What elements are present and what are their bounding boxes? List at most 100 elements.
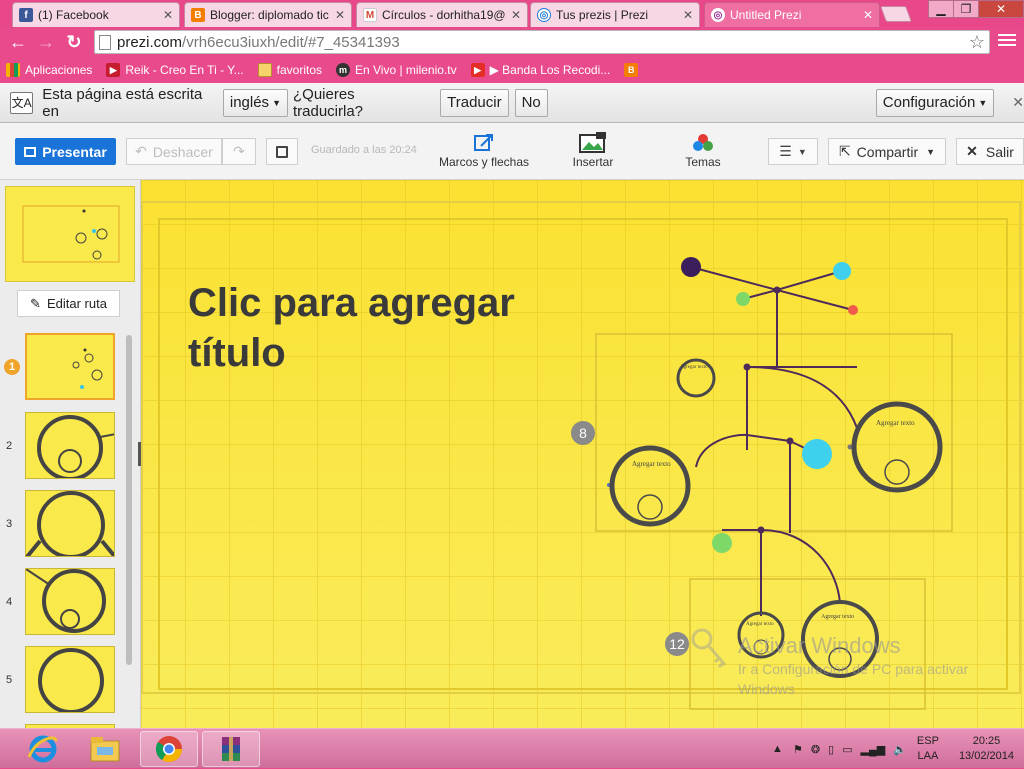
bookmark-milenio[interactable]: m En Vivo | milenio.tv xyxy=(336,63,457,77)
tab-tus-prezis[interactable]: ◎ Tus prezis | Prezi ✕ xyxy=(530,2,700,27)
frames-label: Marcos y flechas xyxy=(438,155,530,169)
clock[interactable]: 20:25 13/02/2014 xyxy=(959,734,1014,764)
reload-icon[interactable]: ↻ xyxy=(64,32,84,52)
slide-thumbnail xyxy=(25,333,115,400)
bookmark-blogger[interactable]: B xyxy=(624,63,643,77)
chevron-down-icon: ▼ xyxy=(926,146,936,157)
close-icon[interactable]: ✕ xyxy=(683,8,693,22)
winrar-icon[interactable] xyxy=(202,731,260,767)
present-label: Presentar xyxy=(42,143,107,160)
tab-untitled-prezi[interactable]: ◎ Untitled Prezi ✕ xyxy=(704,2,880,27)
edit-path-label: Editar ruta xyxy=(46,296,107,311)
tab-strip: f (1) Facebook ✕ B Blogger: diplomado ti… xyxy=(0,0,1024,27)
frame-number-badge[interactable]: 8 xyxy=(571,421,595,445)
volume-icon[interactable]: 🔈 xyxy=(893,743,907,756)
close-icon[interactable]: ✕ xyxy=(863,8,873,22)
file-explorer-icon[interactable] xyxy=(76,731,134,767)
edit-path-button[interactable]: ✎ Editar ruta xyxy=(17,290,120,317)
exit-button[interactable]: ✕ Salir xyxy=(956,138,1024,165)
save-button[interactable] xyxy=(266,138,298,165)
redo-button[interactable]: ↷ xyxy=(222,138,256,165)
themes-icon xyxy=(653,131,753,155)
pencil-icon: ✎ xyxy=(30,295,41,311)
insert-tool[interactable]: Insertar xyxy=(543,131,643,169)
apps-grid-icon xyxy=(6,63,20,77)
chrome-menu-icon[interactable] xyxy=(998,34,1016,48)
bookmark-reik[interactable]: ▶ Reik - Creo En Ti - Y... xyxy=(106,63,244,77)
prezi-canvas[interactable]: Clic para agregar título Agregar texto A… xyxy=(141,180,1024,728)
share-button[interactable]: ⇱ Compartir ▼ xyxy=(828,138,946,165)
config-button[interactable]: Configuración ▼ xyxy=(875,88,995,117)
overview-thumbnail[interactable] xyxy=(5,186,135,282)
language-indicator[interactable]: ESP LAA xyxy=(917,734,939,764)
back-icon[interactable]: ← xyxy=(8,32,28,52)
undo-button[interactable]: ↶ Deshacer xyxy=(126,138,222,165)
close-icon[interactable]: ✕ xyxy=(335,8,345,22)
no-translate-button[interactable]: No xyxy=(514,88,548,117)
language-select[interactable]: inglés ▼ xyxy=(222,88,288,117)
system-tray: ▲ ⚑ ❂ ▯ ▭ ▂▄▆ 🔈 ESP LAA 20:25 13/02/2014 xyxy=(772,729,1014,769)
slide-item-2[interactable]: 2 xyxy=(0,412,140,484)
minimize-button[interactable]: ▁ xyxy=(928,0,954,18)
prezi-toolbar: Presentar ↶ Deshacer ↷ Guardado a las 20… xyxy=(0,123,1024,180)
themes-tool[interactable]: Temas xyxy=(653,131,753,169)
address-bar[interactable]: prezi.com/vrh6ecu3iuxh/edit/#7_45341393 … xyxy=(94,30,990,54)
chrome-icon[interactable] xyxy=(140,731,198,767)
tab-facebook[interactable]: f (1) Facebook ✕ xyxy=(12,2,180,27)
sync-icon[interactable]: ❂ xyxy=(811,743,820,756)
translate-icon: 文A xyxy=(10,91,34,114)
display-icon[interactable]: ▭ xyxy=(842,743,852,756)
windows-activation-watermark: Activar Windows Ir a Configuración de PC… xyxy=(738,633,968,699)
clock-date: 13/02/2014 xyxy=(958,750,1014,762)
watermark-title: Activar Windows xyxy=(738,633,901,658)
circle-text[interactable]: Agregar texto xyxy=(821,614,854,620)
tab-gmail[interactable]: M Círculos - dorhitha19@ ✕ xyxy=(356,2,528,27)
translate-bar: 文A Esta página está escrita en inglés ▼ ¿… xyxy=(0,83,1024,123)
close-icon[interactable]: ✕ xyxy=(163,8,173,22)
present-button[interactable]: Presentar xyxy=(15,138,116,165)
circle-text[interactable]: Agregar texto xyxy=(632,460,671,468)
bookmark-favoritos[interactable]: favoritos xyxy=(257,63,322,77)
chevron-up-icon[interactable]: ▲ xyxy=(772,743,783,755)
translate-button[interactable]: Traducir xyxy=(440,88,509,117)
circle-text[interactable]: Agregar texto xyxy=(876,419,915,427)
redo-icon: ↷ xyxy=(233,143,245,159)
sidebar-scrollbar[interactable] xyxy=(126,335,132,665)
maximize-button[interactable]: ❐ xyxy=(953,0,979,18)
close-icon: ✕ xyxy=(966,143,978,159)
device-icon[interactable]: ▯ xyxy=(828,743,834,756)
slide-number: 3 xyxy=(6,518,13,530)
key-icon xyxy=(691,628,727,669)
slide-item-1[interactable]: 1 xyxy=(0,333,140,405)
slide-item-3[interactable]: 3 xyxy=(0,490,140,562)
new-tab-button[interactable] xyxy=(880,6,912,22)
circle-text[interactable]: Agregar texto xyxy=(680,365,708,370)
slide-number: 2 xyxy=(6,440,13,452)
undo-icon: ↶ xyxy=(135,143,147,159)
tab-blogger[interactable]: B Blogger: diplomado tic ✕ xyxy=(184,2,352,27)
signal-icon[interactable]: ▂▄▆ xyxy=(861,743,886,756)
frame-number-badge[interactable]: 12 xyxy=(665,632,689,656)
close-icon[interactable]: ✕ xyxy=(511,8,521,22)
slide-item-5[interactable]: 5 xyxy=(0,646,140,718)
frame-8[interactable] xyxy=(595,333,953,532)
circle-text[interactable]: Agregar texto xyxy=(746,622,774,627)
bookmark-apps[interactable]: Aplicaciones xyxy=(6,63,92,77)
bookmark-banda[interactable]: ▶ ▶ Banda Los Recodi... xyxy=(470,63,610,77)
flag-icon[interactable]: ⚑ xyxy=(793,743,803,756)
saved-status: Guardado a las 20:24 xyxy=(311,144,417,156)
slide-item-4[interactable]: 4 xyxy=(0,568,140,640)
prezi-icon: ◎ xyxy=(537,8,551,22)
forward-icon[interactable]: → xyxy=(36,32,56,52)
close-icon[interactable]: ✕ xyxy=(1012,94,1024,111)
bookmark-label: En Vivo | milenio.tv xyxy=(355,63,457,77)
window-close-button[interactable]: ✕ xyxy=(978,0,1024,18)
url-path: /vrh6ecu3iuxh/edit/#7_45341393 xyxy=(182,33,400,51)
tab-label: Círculos - dorhitha19@ xyxy=(382,8,506,22)
internet-explorer-icon[interactable] xyxy=(14,731,72,767)
menu-dropdown-button[interactable]: ☰ ▼ xyxy=(768,138,818,165)
star-icon[interactable]: ☆ xyxy=(969,32,985,53)
frames-arrows-tool[interactable]: Marcos y flechas xyxy=(434,131,534,169)
translate-prefix: Esta página está escrita en xyxy=(42,85,203,120)
chevron-down-icon: ▼ xyxy=(797,146,807,157)
